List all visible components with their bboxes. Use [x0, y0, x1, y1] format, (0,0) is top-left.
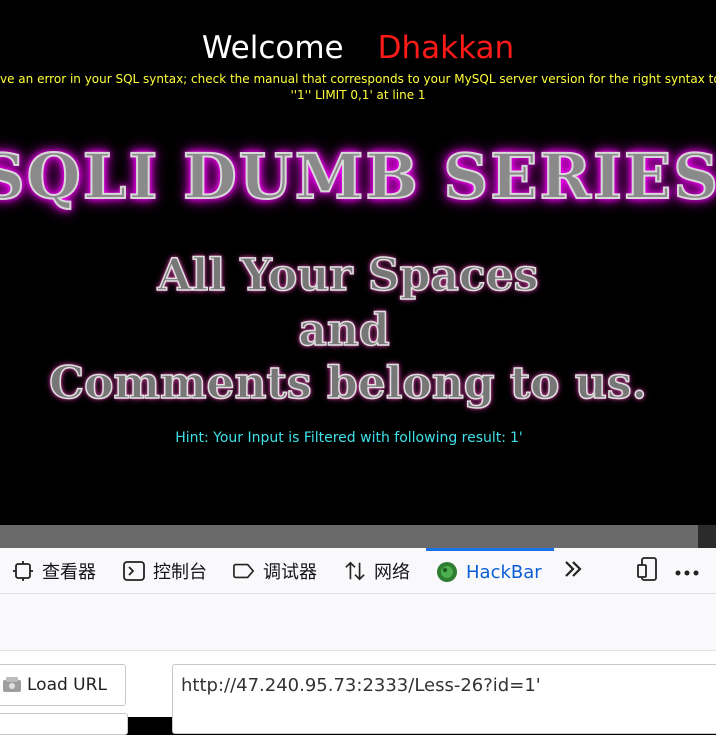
hint-label: Hint: Your Input is Filtered with follow… [175, 430, 507, 446]
network-icon [344, 560, 366, 582]
tab-hackbar-label: HackBar [466, 561, 542, 583]
more-options-button[interactable] [672, 548, 702, 593]
tab-inspector[interactable]: 查看器 [12, 548, 96, 593]
responsive-design-button[interactable] [632, 548, 662, 593]
console-icon [123, 560, 145, 582]
welcome-heading: Welcome Dhakkan [0, 30, 716, 66]
welcome-label: Welcome [201, 30, 344, 66]
tab-network-label: 网络 [374, 561, 410, 583]
tab-console[interactable]: 控制台 [123, 548, 207, 593]
hackbar-menu-bar [0, 594, 716, 651]
slogan-line-2: and [298, 304, 391, 357]
load-url-icon [1, 674, 23, 696]
devtools-panel: 查看器 控制台 调试器 网络 HackBar Load URL http://4… [0, 548, 716, 735]
inspector-icon [12, 560, 34, 582]
more-options-icon [675, 561, 699, 580]
tab-console-label: 控制台 [153, 561, 207, 583]
horizontal-scrollbar[interactable] [0, 525, 698, 548]
load-url-button[interactable]: Load URL [0, 664, 126, 706]
url-input[interactable]: http://47.240.95.73:2333/Less-26?id=1' [172, 664, 716, 734]
slogan-line-3: Comments belong to us. [48, 357, 647, 410]
devtools-toolbar: 查看器 控制台 调试器 网络 HackBar [0, 548, 716, 594]
hackbar-icon [436, 561, 458, 583]
slogan-line-1: All Your Spaces [157, 249, 539, 302]
hackbar-content: Load URL http://47.240.95.73:2333/Less-2… [0, 651, 716, 735]
scrollbar-corner [698, 525, 716, 548]
tab-debugger[interactable]: 调试器 [233, 548, 317, 593]
debugger-icon [233, 560, 255, 582]
tab-debugger-label: 调试器 [263, 561, 317, 583]
error-line-1: ve an error in your SQL syntax; check th… [0, 72, 716, 86]
filter-hint: Hint: Your Input is Filtered with follow… [0, 430, 698, 446]
responsive-design-icon [636, 556, 658, 585]
error-line-2: ''1'' LIMIT 0,1' at line 1 [290, 88, 426, 102]
username: Dhakkan [377, 30, 515, 66]
tab-inspector-label: 查看器 [42, 561, 96, 583]
more-tabs-button[interactable] [558, 548, 588, 593]
load-url-label: Load URL [27, 675, 107, 695]
tab-hackbar[interactable]: HackBar [426, 548, 554, 593]
web-page: Welcome Dhakkan ve an error in your SQL s… [0, 0, 716, 525]
split-url-button[interactable] [0, 713, 128, 735]
chevrons-right-icon [563, 560, 583, 582]
series-banner: SQLI DUMB SERIES-26 [0, 139, 716, 214]
sql-error-message: ve an error in your SQL syntax; check th… [0, 71, 716, 103]
hint-value: 1' [510, 430, 523, 446]
tab-network[interactable]: 网络 [344, 548, 410, 593]
